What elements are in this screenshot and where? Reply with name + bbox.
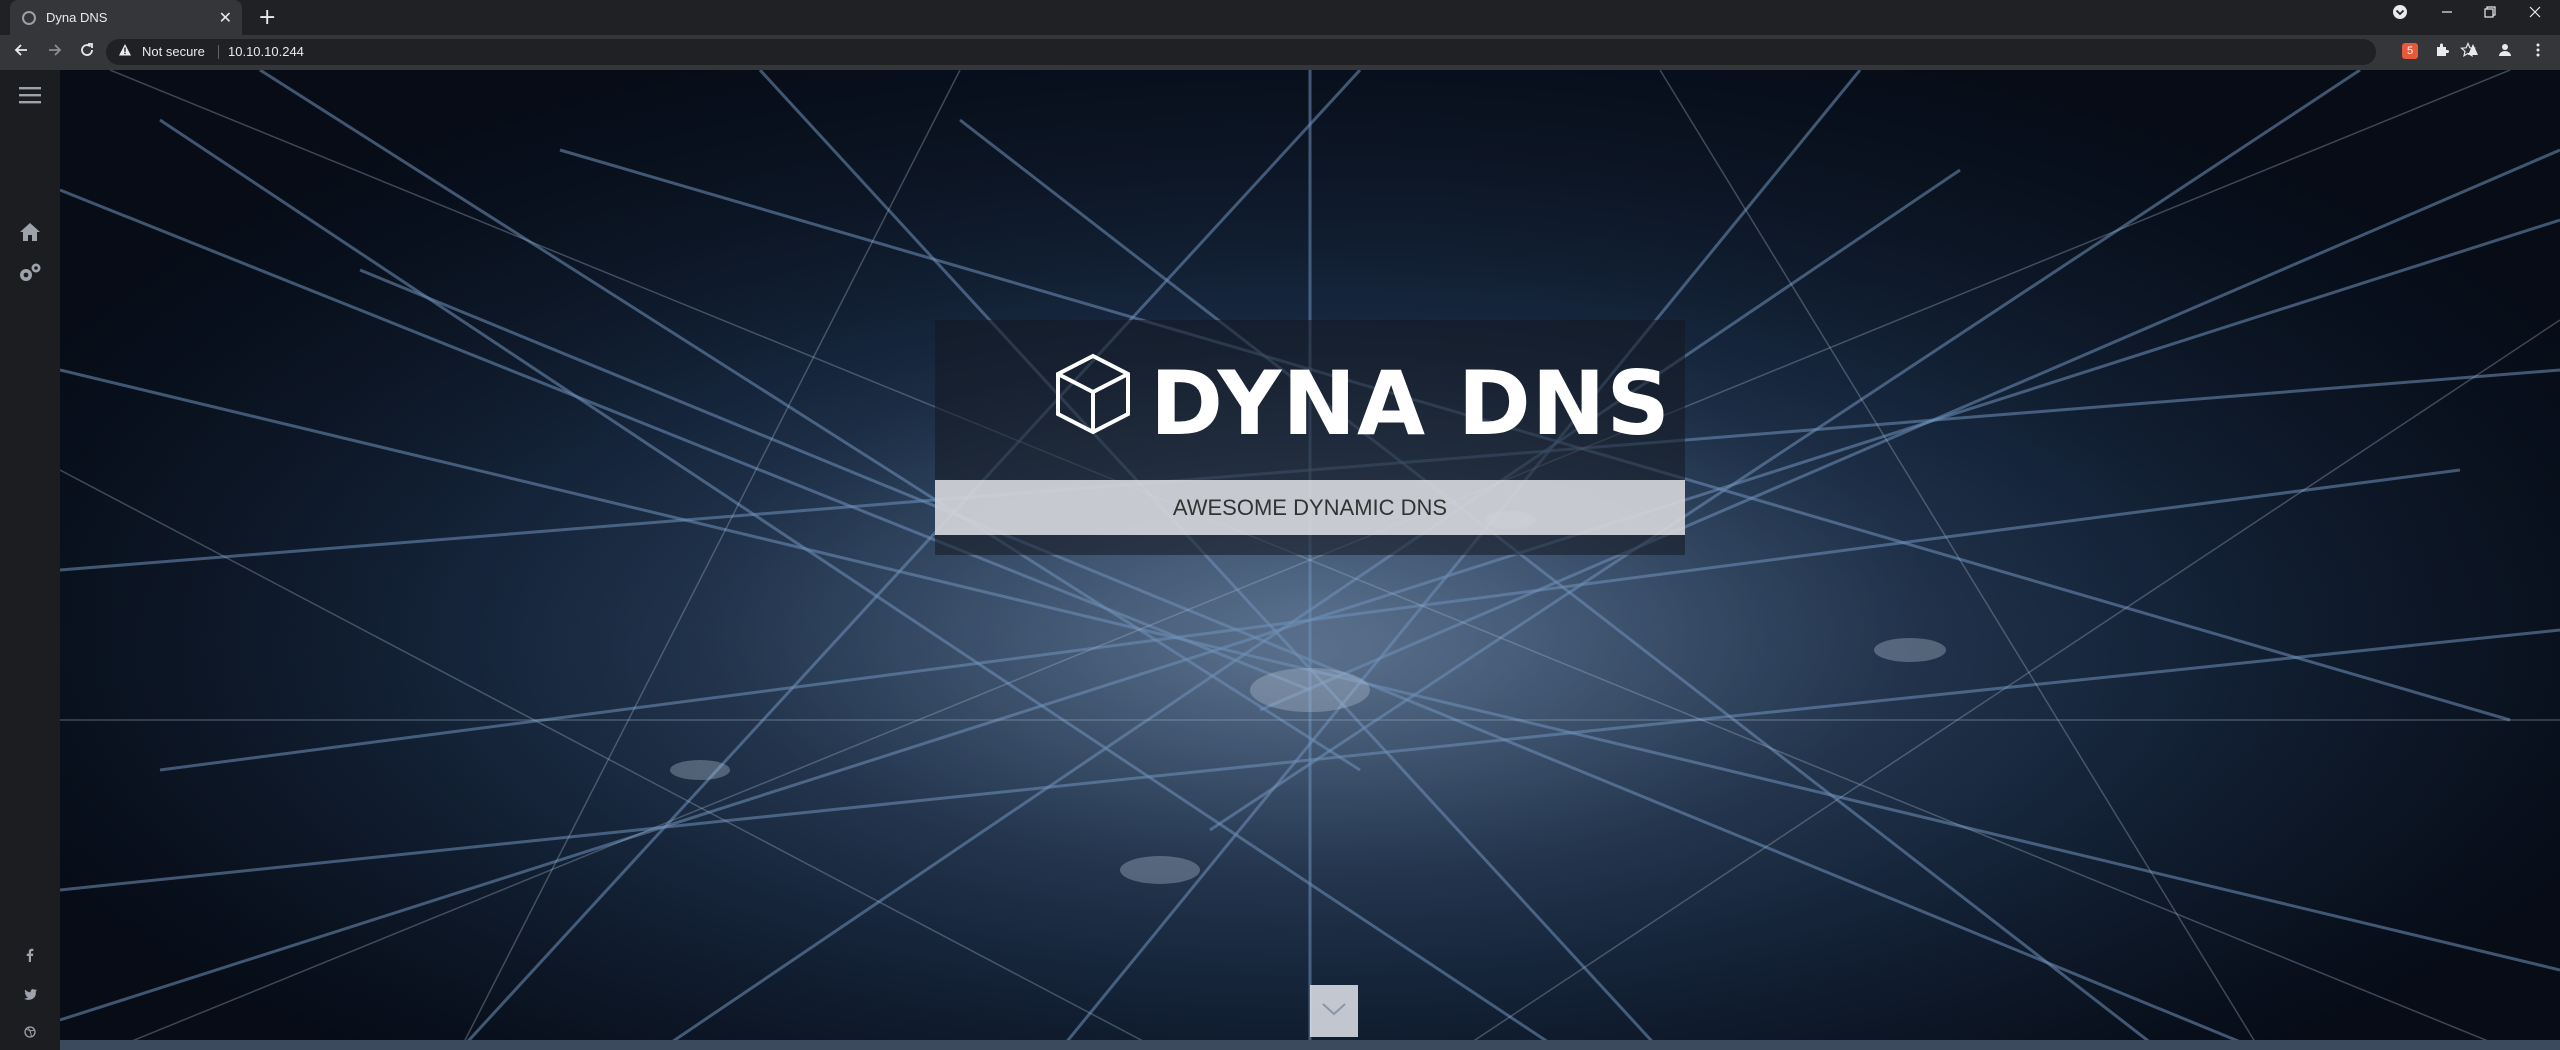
browser-tab-strip: Dyna DNS ✕ + [0, 0, 2560, 35]
profile-extension-icon[interactable] [2465, 42, 2481, 62]
url-text[interactable]: 10.10.10.244 [228, 44, 304, 59]
extension-icon[interactable]: 5 [2402, 43, 2418, 59]
close-window-icon[interactable] [2528, 4, 2542, 23]
tab-dyna-dns[interactable]: Dyna DNS ✕ [10, 0, 242, 35]
gears-icon[interactable] [0, 261, 60, 289]
tagline-banner: AWESOME DYNAMIC DNS [935, 480, 1685, 535]
omnibox-divider [218, 45, 219, 59]
facebook-icon[interactable] [0, 947, 60, 966]
tagline-text: AWESOME DYNAMIC DNS [1172, 494, 1448, 520]
more-menu-icon[interactable] [2535, 42, 2541, 62]
puzzle-icon[interactable] [2434, 42, 2450, 62]
forward-arrow-icon[interactable] [46, 41, 64, 64]
web-page: DYNA DNS AWESOME DYNAMIC DNS [0, 70, 2560, 1050]
hero-section: DYNA DNS AWESOME DYNAMIC DNS [60, 70, 2560, 1050]
profile-dropdown-icon[interactable] [2392, 4, 2408, 24]
back-arrow-icon[interactable] [12, 41, 30, 64]
address-toolbar: Not secure 10.10.10.244 [0, 35, 2560, 70]
dribbble-icon[interactable] [0, 1023, 60, 1042]
account-icon[interactable] [2497, 42, 2513, 62]
section-edge [60, 1040, 2560, 1050]
home-icon[interactable] [0, 222, 60, 246]
scroll-down-button[interactable] [1310, 985, 1358, 1037]
minimize-icon[interactable] [2440, 4, 2454, 23]
chevron-down-icon [1321, 1001, 1347, 1021]
omnibox[interactable]: Not secure 10.10.10.244 [106, 39, 2476, 65]
hero-overlay [60, 70, 2560, 1050]
reload-icon[interactable] [78, 41, 96, 64]
new-tab-button[interactable]: + [258, 5, 276, 30]
warning-icon [118, 43, 132, 61]
tab-title: Dyna DNS [46, 10, 108, 25]
hamburger-menu-icon[interactable] [0, 86, 60, 108]
tab-close-button[interactable]: ✕ [219, 8, 232, 27]
restore-icon[interactable] [2483, 4, 2497, 23]
cube-icon [1052, 352, 1134, 438]
globe-icon [22, 10, 36, 25]
site-title: DYNA DNS [1150, 352, 1671, 455]
sidebar [0, 70, 60, 1050]
security-label[interactable]: Not secure [142, 44, 205, 59]
twitter-icon[interactable] [0, 985, 60, 1004]
